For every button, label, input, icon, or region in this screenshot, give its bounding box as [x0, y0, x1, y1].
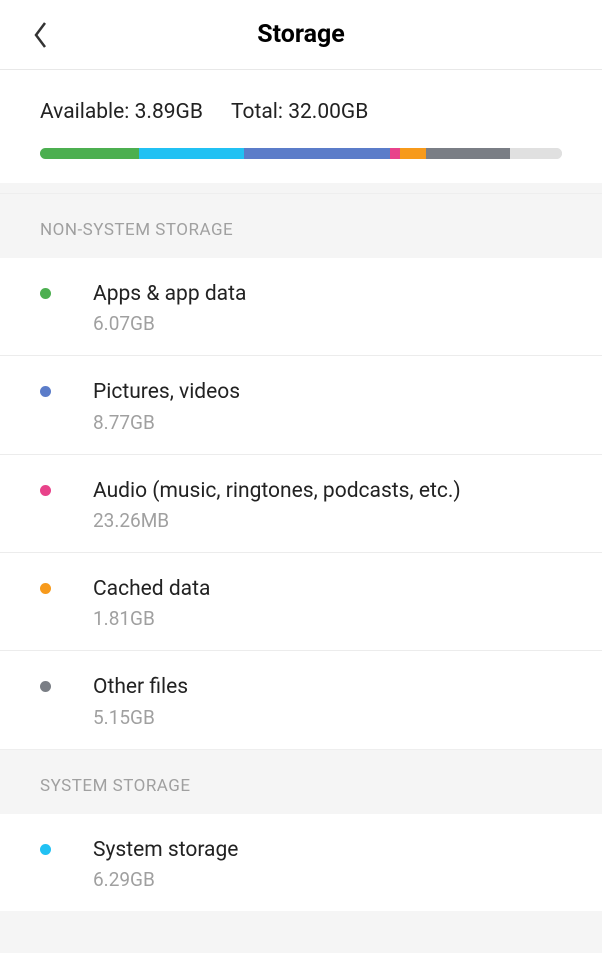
- item-size: 6.29GB: [93, 868, 562, 891]
- item-size: 23.26MB: [93, 509, 562, 532]
- item-content: System storage 6.29GB: [93, 836, 562, 891]
- storage-bar-segment: [400, 148, 426, 159]
- list-item[interactable]: Apps & app data 6.07GB: [0, 258, 602, 356]
- storage-bar: [40, 148, 562, 159]
- category-dot-icon: [40, 386, 51, 397]
- category-dot-icon: [40, 583, 51, 594]
- item-title: Cached data: [93, 575, 562, 603]
- storage-bar-segment: [510, 148, 562, 159]
- list-item[interactable]: Cached data 1.81GB: [0, 553, 602, 651]
- item-content: Apps & app data 6.07GB: [93, 280, 562, 335]
- storage-bar-segment: [244, 148, 390, 159]
- available-value: 3.89GB: [135, 100, 203, 124]
- available-label: Available:: [40, 100, 129, 124]
- total-label: Total:: [231, 100, 283, 124]
- list-item[interactable]: Other files 5.15GB: [0, 651, 602, 748]
- item-content: Audio (music, ringtones, podcasts, etc.)…: [93, 477, 562, 532]
- item-size: 8.77GB: [93, 411, 562, 434]
- list-item[interactable]: Audio (music, ringtones, podcasts, etc.)…: [0, 455, 602, 553]
- back-icon[interactable]: [30, 24, 52, 46]
- item-size: 1.81GB: [93, 607, 562, 630]
- list-item[interactable]: Pictures, videos 8.77GB: [0, 356, 602, 454]
- item-title: Other files: [93, 673, 562, 701]
- total-value: 32.00GB: [288, 100, 368, 124]
- storage-bar-segment: [139, 148, 243, 159]
- category-dot-icon: [40, 485, 51, 496]
- category-dot-icon: [40, 681, 51, 692]
- category-dot-icon: [40, 288, 51, 299]
- storage-bar-segment: [390, 148, 400, 159]
- storage-list: Apps & app data 6.07GB Pictures, videos 8.7…: [0, 258, 602, 749]
- storage-list: System storage 6.29GB: [0, 814, 602, 911]
- spacer: [0, 183, 602, 193]
- section-header: SYSTEM STORAGE: [0, 749, 602, 814]
- category-dot-icon: [40, 844, 51, 855]
- item-title: System storage: [93, 836, 562, 864]
- storage-summary: Available: 3.89GB Total: 32.00GB: [0, 70, 602, 183]
- item-title: Apps & app data: [93, 280, 562, 308]
- storage-summary-text: Available: 3.89GB Total: 32.00GB: [40, 100, 562, 124]
- item-size: 5.15GB: [93, 706, 562, 729]
- list-item[interactable]: System storage 6.29GB: [0, 814, 602, 911]
- item-title: Pictures, videos: [93, 378, 562, 406]
- item-content: Pictures, videos 8.77GB: [93, 378, 562, 433]
- page-title: Storage: [257, 20, 345, 49]
- storage-bar-segment: [40, 148, 139, 159]
- item-size: 6.07GB: [93, 312, 562, 335]
- storage-bar-segment: [426, 148, 510, 159]
- section-header: NON-SYSTEM STORAGE: [0, 193, 602, 258]
- item-title: Audio (music, ringtones, podcasts, etc.): [93, 477, 562, 505]
- item-content: Cached data 1.81GB: [93, 575, 562, 630]
- header: Storage: [0, 0, 602, 70]
- item-content: Other files 5.15GB: [93, 673, 562, 728]
